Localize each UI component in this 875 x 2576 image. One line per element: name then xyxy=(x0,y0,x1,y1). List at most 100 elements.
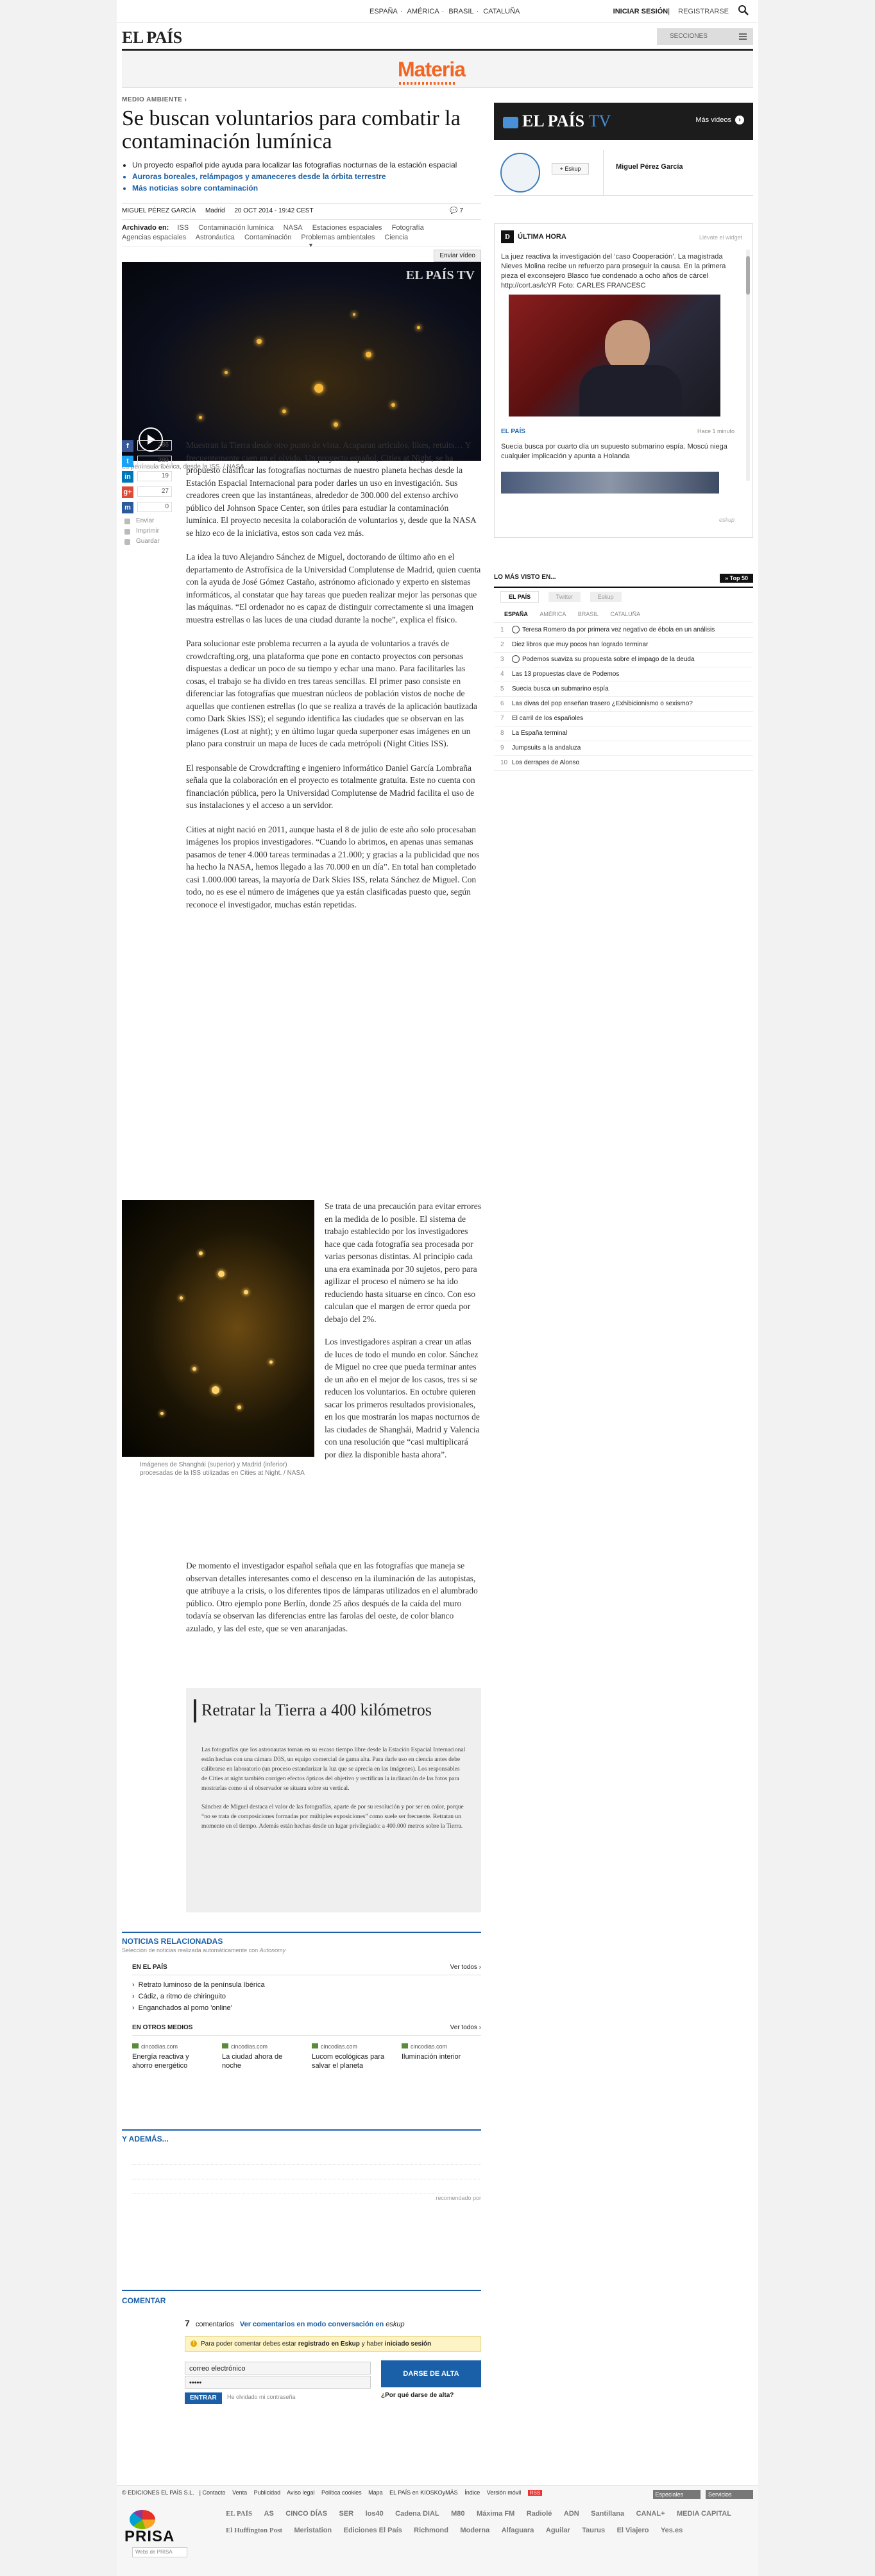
prisa-sites-select[interactable]: Webs de PRISA xyxy=(132,2547,187,2557)
gplus-share[interactable]: g+ 27 xyxy=(122,485,180,499)
brand-logo[interactable]: AS xyxy=(264,2510,274,2518)
scrollbar[interactable] xyxy=(746,250,750,481)
site-logo[interactable]: EL PAÍS xyxy=(122,28,182,47)
footer-link[interactable]: Índice xyxy=(464,2489,480,2496)
subtab-brasil[interactable]: BRASIL xyxy=(578,608,599,617)
twitter-share[interactable]: t 289 xyxy=(122,454,180,468)
tab-eskup[interactable]: Eskup xyxy=(590,592,622,602)
list-item[interactable]: 9 Jumpsuits a la andaluza xyxy=(494,741,753,756)
footer-link[interactable]: Mapa xyxy=(368,2489,383,2496)
related-item[interactable]: Enganchados al pomo 'online' xyxy=(132,2002,481,2014)
extra-share[interactable]: m 0 xyxy=(122,501,180,515)
footer-link[interactable]: Política cookies xyxy=(321,2489,362,2496)
top50-link[interactable]: » Top 50 xyxy=(720,574,753,583)
list-item[interactable]: 7 El carril de los españoles xyxy=(494,712,753,726)
register-link[interactable]: REGISTRARSE xyxy=(678,8,729,15)
brand-logo[interactable]: Ediciones El País xyxy=(344,2527,402,2534)
edition-cataluna[interactable]: CATALUÑA xyxy=(483,8,520,15)
brand-logo[interactable]: Cadena DIAL xyxy=(395,2510,439,2518)
latest-source[interactable]: EL PAÍS xyxy=(501,428,525,435)
brand-logo[interactable]: Máxima FM xyxy=(477,2510,514,2518)
brand-logo[interactable]: M80 xyxy=(451,2510,464,2518)
brand-logo[interactable]: MEDIA CAPITAL xyxy=(677,2510,731,2518)
materia-banner[interactable]: Materia xyxy=(122,51,753,88)
latest-photo[interactable] xyxy=(509,295,720,416)
brand-logo[interactable]: CANAL+ xyxy=(636,2510,665,2518)
list-item[interactable]: 4 Las 13 propuestas clave de Podemos xyxy=(494,667,753,682)
tag[interactable]: NASA xyxy=(284,224,303,232)
list-item[interactable] xyxy=(132,2165,481,2179)
comment-count[interactable]: 💬 7 xyxy=(450,203,471,219)
edition-brasil[interactable]: BRASIL xyxy=(448,8,473,15)
list-item[interactable] xyxy=(132,2179,481,2194)
brand-logo[interactable]: EL PAÍS xyxy=(226,2510,252,2518)
avatar[interactable] xyxy=(500,153,540,193)
tab-twitter[interactable]: Twitter xyxy=(548,592,581,602)
footer-link[interactable]: Aviso legal xyxy=(287,2489,314,2496)
send-video-button[interactable]: Enviar vídeo xyxy=(434,250,481,262)
list-item[interactable]: 6 Las divas del pop enseñan trasero ¿Exhi… xyxy=(494,697,753,712)
edition-espana[interactable]: ESPAÑA xyxy=(370,8,398,15)
why-signup-link[interactable]: ¿Por qué darse de alta? xyxy=(381,2391,481,2400)
inline-photo[interactable] xyxy=(122,1200,314,1457)
email-field[interactable]: correo electrónico xyxy=(185,2362,371,2374)
eskup-follow-button[interactable]: + Eskup xyxy=(552,163,589,175)
hero-video[interactable]: EL PAÍS TV xyxy=(122,262,481,461)
chevron-down-icon[interactable]: ▼ xyxy=(308,241,314,250)
brand-logo[interactable]: Yes.es xyxy=(661,2527,683,2534)
brand-logo[interactable]: Santillana xyxy=(591,2510,624,2518)
brand-logo[interactable]: Radiolé xyxy=(527,2510,552,2518)
prisa-logo[interactable]: PRISA Webs de PRISA xyxy=(124,2510,187,2557)
tag[interactable]: Astronáutica xyxy=(196,234,235,241)
list-item[interactable]: 5 Suecia busca un submarino espía xyxy=(494,682,753,697)
more-videos-link[interactable]: Más videos xyxy=(695,116,744,125)
footer-link[interactable]: Publicidad xyxy=(254,2489,281,2496)
brand-logo[interactable]: Richmond xyxy=(414,2527,448,2534)
tag[interactable]: Agencias espaciales xyxy=(122,234,186,241)
see-all-link[interactable]: Ver todos › xyxy=(450,1964,481,1971)
media-item[interactable]: cincodias.com Lucom ecológicas para salv… xyxy=(312,2042,389,2070)
subtab-america[interactable]: AMÉRICA xyxy=(539,608,566,617)
brand-logo[interactable]: Aguilar xyxy=(546,2527,570,2534)
tag[interactable]: Fotografía xyxy=(392,224,424,232)
send-button[interactable]: Enviar xyxy=(122,516,180,526)
list-item[interactable]: 3 Podemos suaviza su propuesta sobre el i… xyxy=(494,653,753,667)
print-button[interactable]: Imprimir xyxy=(122,526,180,537)
footer-link[interactable]: EL PAÍS en KIOSKOyMÁS xyxy=(389,2489,458,2496)
signup-button[interactable]: DARSE DE ALTA xyxy=(381,2360,481,2387)
edition-america[interactable]: AMÉRICA xyxy=(407,8,439,15)
list-item[interactable]: 2 Diez libros que muy pocos han logrado t… xyxy=(494,638,753,653)
tag[interactable]: Ciencia xyxy=(384,234,408,241)
media-item[interactable]: cincodias.com Energía reactiva y ahorro … xyxy=(132,2042,209,2070)
author-name[interactable]: Miguel Pérez García xyxy=(616,163,683,171)
tag[interactable]: ISS xyxy=(177,224,189,232)
list-item[interactable]: 1 Teresa Romero da por primera vez negati… xyxy=(494,623,753,638)
rss-badge[interactable]: RSS xyxy=(527,2490,543,2496)
author[interactable]: MIGUEL PÉREZ GARCÍA xyxy=(122,207,196,214)
latest-photo-strip[interactable] xyxy=(501,472,719,494)
subtab-espana[interactable]: ESPAÑA xyxy=(504,608,528,617)
brand-logo[interactable]: El Huffington Post xyxy=(226,2527,282,2534)
widget-link[interactable]: Llévate el widget xyxy=(699,234,742,241)
brand-logo[interactable]: Taurus xyxy=(582,2527,605,2534)
save-button[interactable]: Guardar xyxy=(122,537,180,547)
related-item[interactable]: Cádiz, a ritmo de chiringuito xyxy=(132,1991,481,2002)
footer-link[interactable]: Venta xyxy=(232,2489,247,2496)
brand-logo[interactable]: El Viajero xyxy=(617,2527,649,2534)
notice-login[interactable]: iniciado sesión xyxy=(385,2340,431,2348)
footer-link[interactable]: Contacto xyxy=(203,2489,226,2496)
specials-select[interactable]: Especiales xyxy=(652,2490,701,2499)
brand-logo[interactable]: SER xyxy=(339,2510,353,2518)
list-item[interactable]: 8 La España terminal xyxy=(494,726,753,741)
forgot-password-link[interactable]: He olvidado mi contraseña xyxy=(227,2394,296,2400)
summary-link[interactable]: Auroras boreales, relámpagos y amanecere… xyxy=(132,171,481,182)
brand-logo[interactable]: Meristation xyxy=(294,2527,332,2534)
section-breadcrumb[interactable]: MEDIO AMBIENTE › xyxy=(122,96,481,103)
list-item[interactable] xyxy=(132,2150,481,2165)
summary-link[interactable]: Más noticias sobre contaminación xyxy=(132,183,481,194)
list-item[interactable]: 10 Los derrapes de Alonso xyxy=(494,756,753,771)
elpais-tv-box[interactable]: EL PAÍS TV Más videos xyxy=(494,103,753,140)
linkedin-share[interactable]: in 19 xyxy=(122,470,180,484)
tag[interactable]: Estaciones espaciales xyxy=(312,224,382,232)
services-select[interactable]: Servicios xyxy=(706,2490,753,2499)
